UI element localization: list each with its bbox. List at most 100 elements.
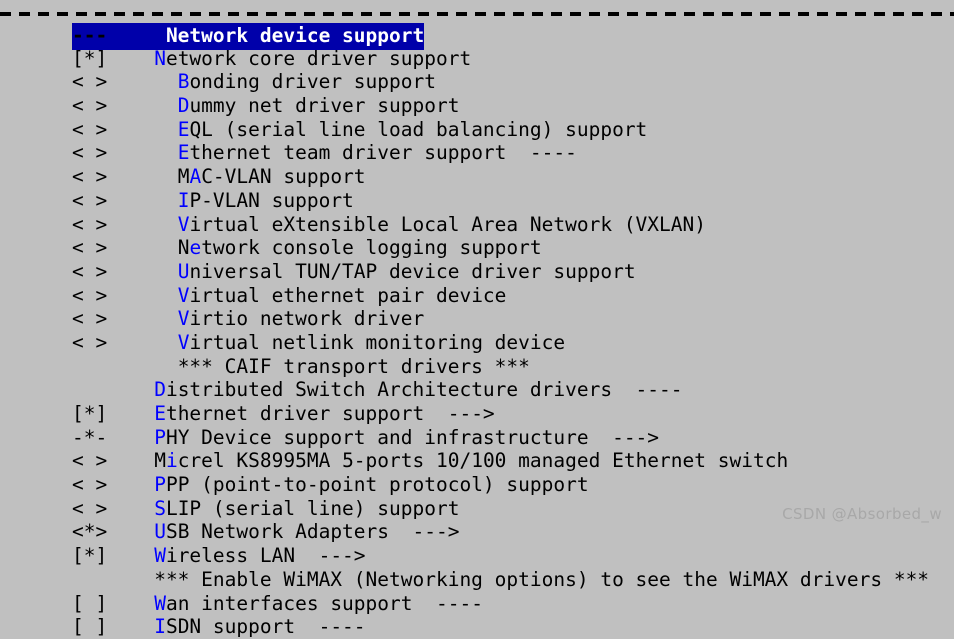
- menu-item-indent: [107, 568, 154, 591]
- menu-item[interactable]: < > Ethernet team driver support ----: [0, 141, 954, 165]
- watermark-text: CSDN @Absorbed_w: [782, 505, 942, 523]
- menu-item-hotkey-letter: D: [177, 94, 190, 118]
- menu-item-indent: [107, 118, 177, 141]
- menu-item[interactable]: < > PPP (point-to-point protocol) suppor…: [0, 473, 954, 497]
- menu-item-hotkey-letter: V: [177, 307, 190, 331]
- menu-item-hotkey-letter: U: [177, 259, 190, 283]
- menu-item-marker: < >: [72, 283, 108, 307]
- menu-item-label-prefix: N: [177, 236, 190, 260]
- menu-item-indent: [107, 615, 154, 638]
- menu-item-label: Micrel KS8995MA 5-ports 10/100 managed E…: [154, 449, 788, 472]
- menu-item-label-text: irtio network driver: [189, 307, 425, 331]
- menu-item-hotkey-letter: i: [165, 449, 178, 473]
- menu-item-label-text: onding driver support: [189, 70, 436, 94]
- menu-item-label: Virtual ethernet pair device: [178, 284, 507, 307]
- menu-item-label: Wireless LAN --->: [154, 544, 365, 567]
- menu-item-marker: [*]: [72, 544, 108, 568]
- menu-item[interactable]: Distributed Switch Architecture drivers …: [0, 378, 954, 402]
- menu-item-marker: -*-: [72, 425, 108, 449]
- menu-item[interactable]: -*- PHY Device support and infrastructur…: [0, 426, 954, 450]
- menu-item-indent: [107, 473, 154, 496]
- menu-item-marker: < >: [72, 70, 108, 94]
- menu-item-marker: [72, 568, 107, 592]
- menu-item-label: Distributed Switch Architecture drivers …: [154, 378, 682, 401]
- menu-item[interactable]: < > Bonding driver support: [0, 70, 954, 94]
- menu-item-indent: [107, 47, 154, 70]
- menu-item[interactable]: <*> USB Network Adapters --->: [0, 520, 954, 544]
- menu-item-marker: [ ]: [72, 591, 108, 615]
- menu-item-marker: [ ]: [72, 615, 108, 639]
- menu-item-hotkey-letter: V: [177, 330, 190, 354]
- menu-item[interactable]: < > Virtual ethernet pair device: [0, 284, 954, 308]
- menu-item-marker: [*]: [72, 402, 108, 425]
- menu-item-indent: [107, 165, 177, 188]
- menu-item[interactable]: [*] Wireless LAN --->: [0, 544, 954, 568]
- menu-item-label-text: P-VLAN support: [189, 188, 354, 212]
- menu-item[interactable]: < > Micrel KS8995MA 5-ports 10/100 manag…: [0, 449, 954, 473]
- menu-item-indent: [107, 284, 177, 307]
- menu-item-label-text: istributed Switch Architecture drivers -…: [165, 378, 683, 402]
- menu-item-label: *** Enable WiMAX (Networking options) to…: [154, 568, 929, 591]
- menu-item-hotkey-letter: N: [154, 46, 166, 70]
- menu-item-indent: [107, 307, 177, 330]
- menu-item-marker: < >: [72, 212, 108, 236]
- menu-item[interactable]: < > EQL (serial line load balancing) sup…: [0, 118, 954, 142]
- menu-item[interactable]: < > Network console logging support: [0, 236, 954, 260]
- menu-item[interactable]: < > Universal TUN/TAP device driver supp…: [0, 260, 954, 284]
- menu-item[interactable]: *** CAIF transport drivers ***: [0, 355, 954, 379]
- menu-item-label-text: thernet team driver support ----: [189, 141, 577, 165]
- menu-item-label: Ethernet driver support --->: [154, 402, 494, 425]
- menu-item[interactable]: < > IP-VLAN support: [0, 189, 954, 213]
- menu-item[interactable]: < > MAC-VLAN support: [0, 165, 954, 189]
- menu-item[interactable]: < > Dummy net driver support: [0, 94, 954, 118]
- menu-item-marker: < >: [72, 236, 108, 260]
- menu-item[interactable]: [*] Network core driver support: [0, 47, 954, 71]
- menu-item-marker: ---: [72, 24, 108, 47]
- menu-item-label-text: twork console logging support: [201, 236, 542, 260]
- menuconfig-option-list[interactable]: --- Network device support [*] Network co…: [0, 23, 954, 639]
- menu-item-label-text: ireless LAN --->: [165, 544, 366, 568]
- menu-item-marker: < >: [72, 141, 108, 165]
- menu-frame-top-rule: [0, 12, 954, 16]
- menu-item[interactable]: < > Virtual eXtensible Local Area Networ…: [0, 213, 954, 237]
- menu-item-label: PPP (point-to-point protocol) support: [154, 473, 588, 496]
- menu-item-label: EQL (serial line load balancing) support: [178, 118, 648, 141]
- menu-item-label: Ethernet team driver support ----: [178, 141, 577, 164]
- menu-item-label-text: HY Device support and infrastructure ---…: [165, 425, 660, 449]
- menu-item-marker: < >: [72, 259, 108, 283]
- menu-item[interactable]: [*] Ethernet driver support --->: [0, 402, 954, 426]
- menu-item-label-text: niversal TUN/TAP device driver support: [189, 259, 636, 283]
- menu-item-label-prefix: *** CAIF transport drivers ***: [177, 354, 530, 378]
- menu-item-label: ISDN support ----: [154, 615, 365, 638]
- menu-item-marker: < >: [72, 473, 108, 497]
- menu-item-label: Network core driver support: [154, 47, 471, 70]
- menu-item-hotkey-letter: E: [154, 402, 166, 425]
- menu-item-label: Virtual netlink monitoring device: [178, 331, 565, 354]
- menu-item-label-text: SDN support ----: [165, 615, 366, 639]
- menu-item-selected[interactable]: --- Network device support: [0, 23, 954, 50]
- menu-item-label-text: an interfaces support ----: [165, 591, 483, 615]
- menu-item-hotkey-letter: B: [177, 70, 190, 94]
- menu-item[interactable]: < > Virtual netlink monitoring device: [0, 331, 954, 355]
- menu-item-marker: < >: [72, 449, 108, 473]
- menu-item-marker: < >: [72, 188, 108, 212]
- menu-item-label: Network console logging support: [178, 236, 542, 259]
- menu-item[interactable]: [ ] ISDN support ----: [0, 615, 954, 639]
- menu-item-hotkey-letter: I: [154, 615, 166, 639]
- menu-item-marker: [72, 355, 107, 379]
- menu-item-hotkey-letter: E: [177, 117, 190, 141]
- menu-item-marker: < >: [72, 330, 108, 354]
- selection-highlight[interactable]: --- Network device support: [72, 23, 425, 50]
- menu-item-hotkey-letter: P: [154, 425, 166, 449]
- menu-item[interactable]: [ ] Wan interfaces support ----: [0, 592, 954, 616]
- menu-item[interactable]: *** Enable WiMAX (Networking options) to…: [0, 568, 954, 592]
- menu-item-marker: <*>: [72, 520, 108, 544]
- menu-item-hotkey-letter: W: [154, 544, 166, 568]
- menu-item-label: SLIP (serial line) support: [154, 497, 459, 520]
- menu-item-hotkey-letter: P: [154, 473, 166, 497]
- menu-item-marker: < >: [72, 165, 108, 189]
- menu-item-indent: [107, 141, 177, 164]
- menu-item-label: Network device support: [154, 24, 424, 47]
- menu-item[interactable]: < > Virtio network driver: [0, 307, 954, 331]
- menu-item-indent: [107, 378, 154, 401]
